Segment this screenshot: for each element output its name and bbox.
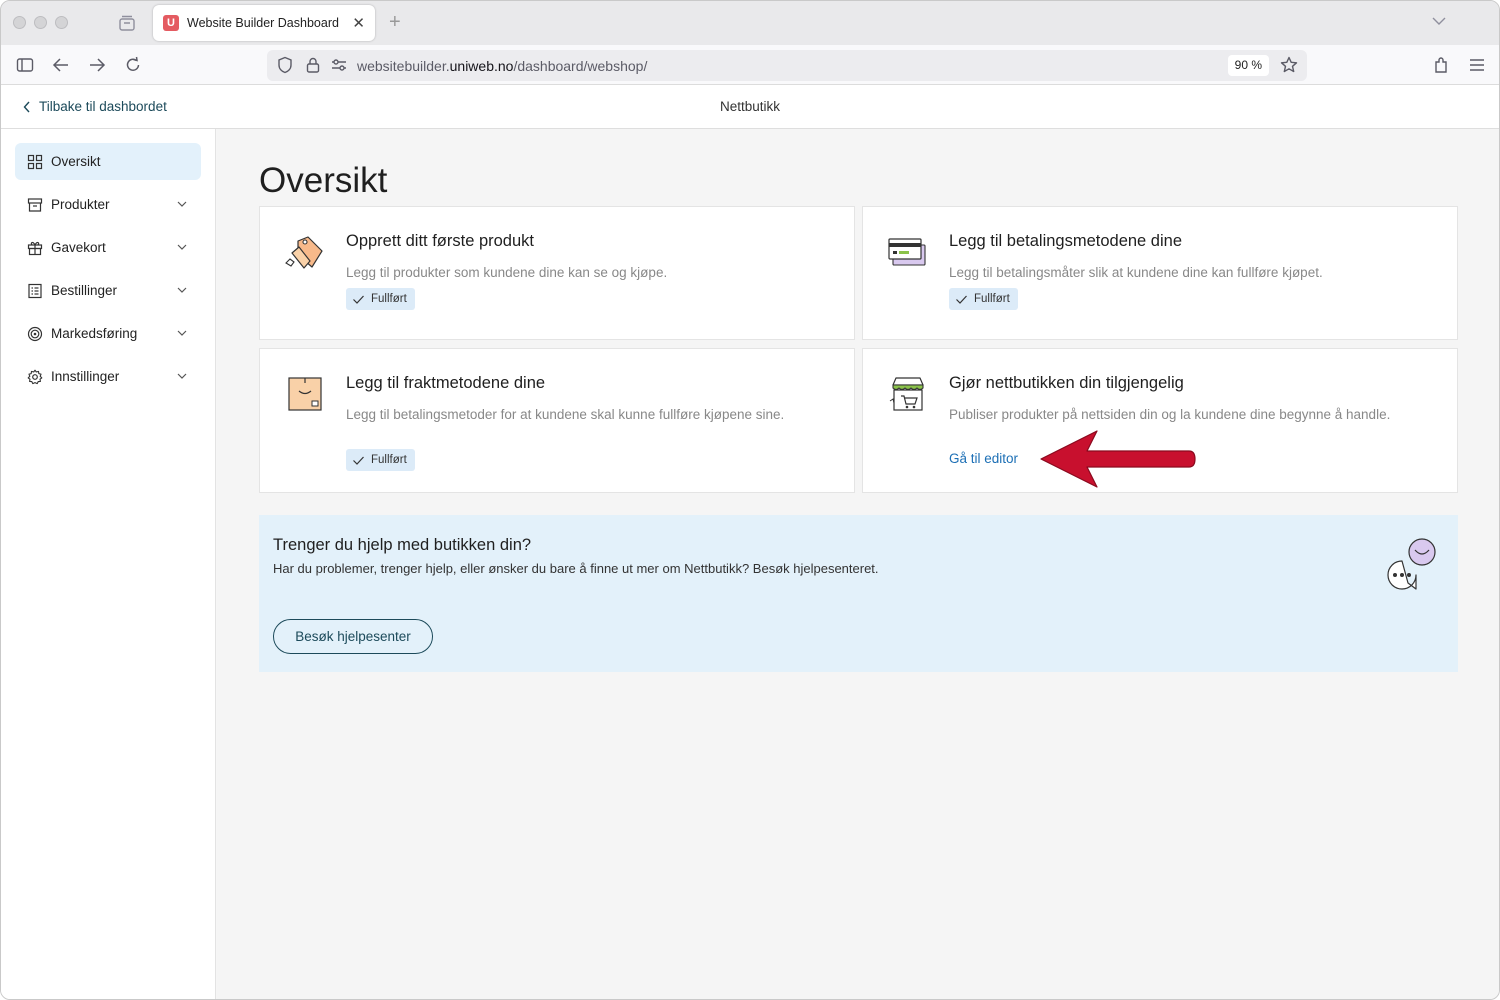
page-header-title: Nettbutikk [719, 99, 781, 114]
close-window-button[interactable] [13, 16, 26, 29]
url-prefix: websitebuilder. [357, 58, 450, 74]
sidebar-item-label: Oversikt [51, 154, 101, 169]
status-badge-label: Fullført [371, 454, 407, 466]
app-header: Tilbake til dashbordet Nettbutikk [1, 85, 1499, 129]
chevron-down-icon[interactable] [1431, 13, 1447, 29]
back-arrow-icon[interactable] [51, 55, 71, 75]
checkmark-icon [353, 295, 364, 304]
gear-icon [27, 369, 43, 384]
browser-window: U Website Builder Dashboard ✕ + websiteb… [0, 0, 1500, 1000]
browser-toolbar: websitebuilder.uniweb.no/dashboard/websh… [1, 45, 1499, 85]
tab-strip: U Website Builder Dashboard ✕ + [1, 1, 1499, 45]
visit-help-center-button[interactable]: Besøk hjelpesenter [273, 619, 433, 654]
chevron-down-icon [177, 373, 187, 379]
card-title: Gjør nettbutikken din tilgjengelig [949, 374, 1184, 392]
card-payment-methods: Legg til betalingsmetodene dine Legg til… [862, 206, 1458, 340]
storefront-icon [889, 377, 924, 411]
window-controls [13, 16, 68, 29]
sidebar-item-gavekort[interactable]: Gavekort [15, 229, 201, 266]
card-title: Legg til fraktmetodene dine [346, 374, 546, 392]
help-title: Trenger du hjelp med butikken din? [273, 536, 532, 554]
zoom-window-button[interactable] [55, 16, 68, 29]
price-tag-icon [285, 236, 323, 269]
site-permissions-icon[interactable] [329, 55, 349, 75]
reload-icon[interactable] [123, 55, 143, 75]
card-title: Legg til betalingsmetodene dine [949, 232, 1183, 250]
sidebar-item-label: Innstillinger [51, 369, 120, 384]
tab-groups-icon[interactable] [117, 13, 137, 33]
uniweb-favicon-icon: U [163, 15, 179, 31]
sidebar-item-innstillinger[interactable]: Innstillinger [15, 358, 201, 395]
red-arrow-icon [1040, 430, 1196, 488]
extensions-icon[interactable] [1431, 55, 1451, 75]
help-text: Har du problemer, trenger hjelp, eller ø… [273, 561, 879, 576]
help-banner: Trenger du hjelp med butikken din? Har d… [259, 515, 1458, 672]
go-to-editor-link[interactable]: Gå til editor [949, 451, 1018, 466]
lock-icon[interactable] [303, 55, 323, 75]
gift-icon [27, 241, 43, 255]
credit-card-icon [888, 238, 926, 266]
minimize-window-button[interactable] [34, 16, 47, 29]
chat-bubbles-icon [1387, 538, 1436, 590]
new-tab-icon[interactable]: + [389, 11, 401, 34]
url-domain: uniweb.no [449, 58, 514, 74]
status-badge-label: Fullført [371, 293, 407, 305]
chevron-down-icon [177, 244, 187, 250]
package-icon [288, 377, 322, 411]
sidebar-item-bestillinger[interactable]: Bestillinger [15, 272, 201, 309]
tab-title: Website Builder Dashboard [187, 16, 339, 30]
box-icon [27, 197, 43, 212]
sidebar-item-markedsforing[interactable]: Markedsføring [15, 315, 201, 352]
status-badge: Fullført [346, 288, 415, 310]
shield-icon[interactable] [275, 55, 295, 75]
sidebar-item-label: Bestillinger [51, 283, 118, 298]
checkmark-icon [353, 456, 364, 465]
page-title: Oversikt [259, 161, 388, 200]
address-bar[interactable]: websitebuilder.uniweb.no/dashboard/websh… [267, 50, 1307, 81]
url-path: /dashboard/webshop/ [513, 58, 648, 74]
zoom-level-button[interactable]: 90 % [1227, 55, 1269, 76]
card-description: Legg til betalingsmåter slik at kundene … [949, 265, 1323, 280]
status-badge: Fullført [949, 288, 1018, 310]
forward-arrow-icon[interactable] [87, 55, 107, 75]
card-title: Opprett ditt første produkt [346, 232, 534, 250]
sidebar-item-oversikt[interactable]: Oversikt [15, 143, 201, 180]
menu-icon[interactable] [1467, 55, 1487, 75]
sidebar: Oversikt Produkter Gavekort Bestillinger… [1, 129, 216, 999]
chevron-down-icon [177, 330, 187, 336]
sidebar-item-produkter[interactable]: Produkter [15, 186, 201, 223]
close-tab-icon[interactable]: ✕ [352, 14, 365, 32]
card-description: Legg til betalingsmetoder for at kundene… [346, 407, 785, 422]
card-shipping-methods: Legg til fraktmetodene dine Legg til bet… [259, 348, 855, 493]
sidebar-item-label: Markedsføring [51, 326, 138, 341]
status-badge: Fullført [346, 449, 415, 471]
card-description: Legg til produkter som kundene dine kan … [346, 265, 668, 280]
card-description: Publiser produkter på nettsiden din og l… [949, 407, 1391, 422]
bookmark-star-icon[interactable] [1279, 55, 1299, 75]
status-badge-label: Fullført [974, 293, 1010, 305]
chevron-down-icon [177, 287, 187, 293]
sidebar-item-label: Gavekort [51, 240, 106, 255]
card-create-product: Opprett ditt første produkt Legg til pro… [259, 206, 855, 340]
main-content: Oversikt Opprett ditt første produkt Leg… [217, 129, 1499, 999]
grid-icon [27, 154, 43, 169]
sidebar-toggle-icon[interactable] [15, 55, 35, 75]
list-icon [28, 283, 42, 298]
chevron-down-icon [177, 201, 187, 207]
checkmark-icon [956, 295, 967, 304]
sidebar-item-label: Produkter [51, 197, 110, 212]
url-text[interactable]: websitebuilder.uniweb.no/dashboard/websh… [357, 58, 647, 74]
target-icon [27, 326, 43, 341]
tab-website-builder[interactable]: U Website Builder Dashboard ✕ [153, 5, 375, 41]
